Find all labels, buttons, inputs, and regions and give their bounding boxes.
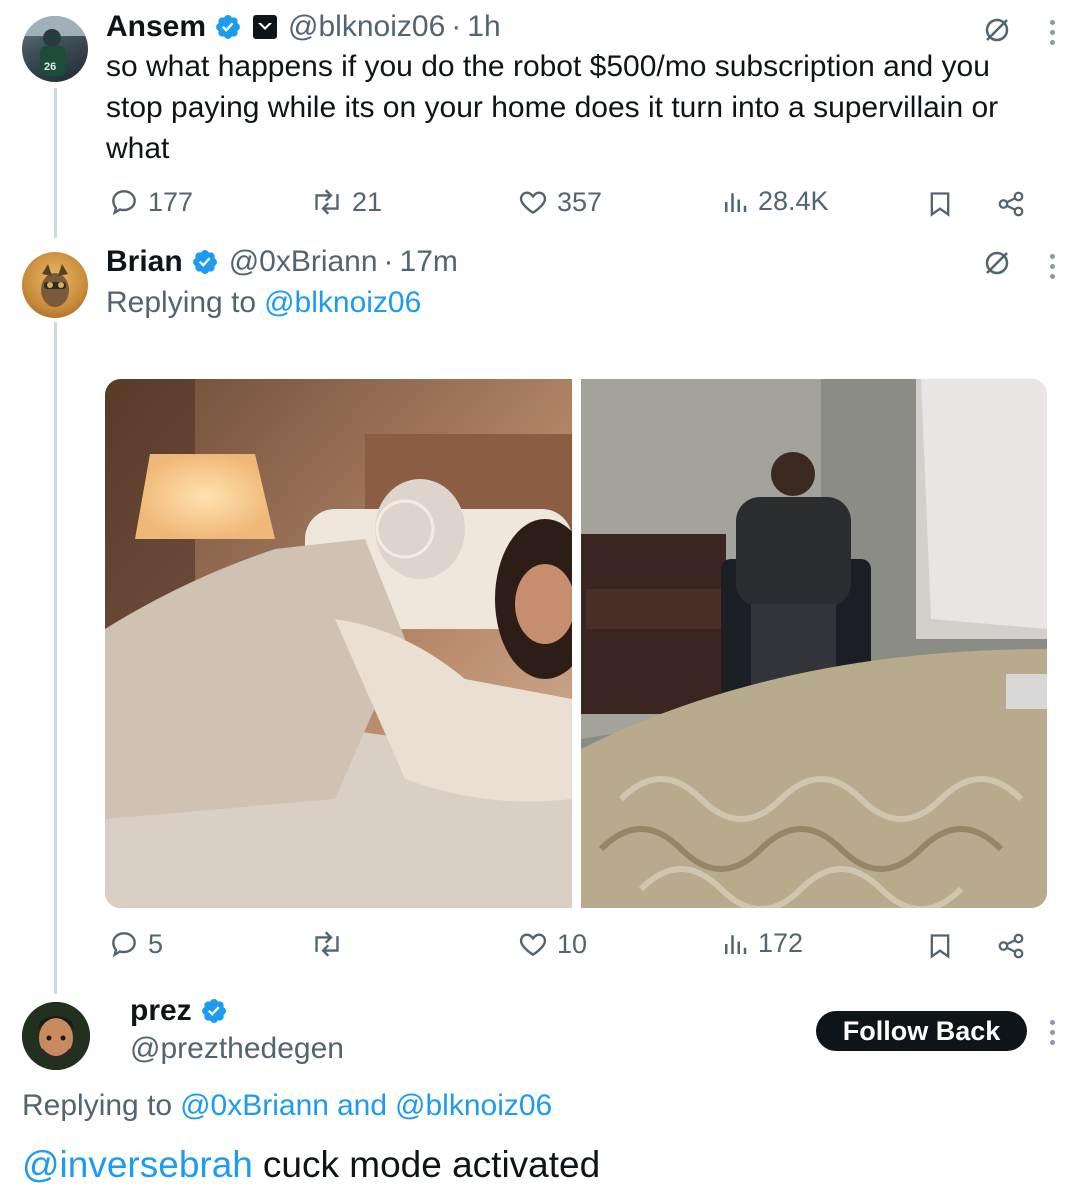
separator-dot: · bbox=[451, 10, 462, 43]
svg-text:26: 26 bbox=[44, 61, 56, 73]
media-image-right[interactable] bbox=[581, 379, 1047, 908]
tweet-mention[interactable]: @inversebrah bbox=[22, 1144, 253, 1186]
tweet-time[interactable]: 1h bbox=[467, 10, 500, 44]
grok-icon[interactable] bbox=[982, 15, 1012, 45]
like-count: 357 bbox=[557, 186, 603, 217]
verified-badge-icon bbox=[216, 15, 241, 39]
retweet-button[interactable] bbox=[310, 928, 352, 960]
more-options-icon[interactable] bbox=[1050, 254, 1056, 284]
replying-to-mention[interactable]: @blknoiz06 bbox=[264, 286, 421, 320]
thread-connector bbox=[54, 322, 57, 994]
like-button[interactable]: 10 bbox=[517, 928, 587, 960]
affiliate-badge-icon bbox=[253, 15, 278, 39]
bookmark-icon[interactable] bbox=[926, 189, 954, 219]
photo-man-in-chair-hotel-room-icon bbox=[581, 379, 1047, 908]
avatar-cartoon-dog-icon bbox=[41, 264, 69, 307]
replying-to-mention[interactable]: @blknoiz06 bbox=[395, 1089, 552, 1123]
share-icon[interactable] bbox=[996, 931, 1026, 961]
avatar-football-player-icon: 26 bbox=[22, 16, 88, 76]
like-button[interactable]: 357 bbox=[517, 186, 602, 218]
reply-count: 5 bbox=[148, 928, 164, 959]
views-count: 28.4K bbox=[758, 186, 829, 216]
reply-button[interactable]: 177 bbox=[108, 186, 193, 218]
views-count: 172 bbox=[758, 928, 804, 958]
reply-count: 177 bbox=[148, 186, 194, 217]
heart-icon bbox=[519, 191, 547, 215]
replying-to: Replying to @blknoiz06 bbox=[106, 284, 421, 322]
author-handle[interactable]: @prezthedegen bbox=[130, 1032, 344, 1066]
tweet-time[interactable]: 17m bbox=[400, 245, 458, 279]
views-button[interactable]: 172 bbox=[720, 928, 803, 959]
views-icon bbox=[725, 934, 747, 954]
avatar[interactable]: 26 bbox=[22, 16, 88, 82]
tweet-text: @inversebrah cuck mode activated bbox=[22, 1142, 600, 1188]
retweet-icon bbox=[315, 189, 339, 215]
verified-badge-icon bbox=[192, 250, 217, 274]
avatar[interactable] bbox=[22, 252, 88, 318]
tweet-text: so what happens if you do the robot $500… bbox=[106, 50, 999, 165]
reply-icon bbox=[112, 190, 136, 216]
author-handle[interactable]: @0xBriann bbox=[229, 245, 378, 279]
follow-back-button[interactable]: Follow Back bbox=[816, 1011, 1027, 1051]
grok-icon[interactable] bbox=[982, 248, 1012, 278]
tweet-body: cuck mode activated bbox=[262, 1144, 601, 1185]
bookmark-icon[interactable] bbox=[926, 931, 954, 961]
replying-to: Replying to @0xBriann and @blknoiz06 bbox=[22, 1086, 552, 1126]
replying-to-mention[interactable]: @0xBriann bbox=[180, 1089, 329, 1123]
avatar-cartoon-man-icon bbox=[22, 1002, 90, 1070]
more-options-icon[interactable] bbox=[1050, 1020, 1056, 1050]
author-handle[interactable]: @blknoiz06 bbox=[288, 10, 445, 44]
heart-icon bbox=[519, 933, 547, 957]
author-name[interactable]: Ansem bbox=[106, 10, 206, 44]
retweet-button[interactable]: 21 bbox=[310, 186, 382, 218]
replying-to-label: Replying to bbox=[22, 1089, 173, 1122]
media-image-left[interactable] bbox=[105, 379, 572, 908]
separator-dot: · bbox=[383, 245, 394, 278]
verified-badge-icon bbox=[201, 999, 226, 1023]
replying-to-label: Replying to bbox=[106, 286, 257, 319]
thread-connector bbox=[54, 88, 57, 238]
retweet-count: 21 bbox=[352, 186, 383, 217]
avatar[interactable] bbox=[22, 1002, 90, 1070]
views-button[interactable]: 28.4K bbox=[720, 186, 829, 217]
more-options-icon[interactable] bbox=[1050, 20, 1056, 50]
reply-button[interactable]: 5 bbox=[108, 928, 163, 960]
replying-to-and: and bbox=[336, 1089, 388, 1122]
reply-icon bbox=[112, 932, 136, 958]
share-icon[interactable] bbox=[996, 189, 1026, 219]
author-name[interactable]: Brian bbox=[106, 245, 183, 279]
retweet-icon bbox=[315, 931, 339, 957]
views-icon bbox=[725, 192, 747, 212]
author-name[interactable]: prez bbox=[130, 994, 192, 1028]
like-count: 10 bbox=[557, 928, 588, 959]
photo-robot-bedroom-icon bbox=[105, 379, 572, 908]
